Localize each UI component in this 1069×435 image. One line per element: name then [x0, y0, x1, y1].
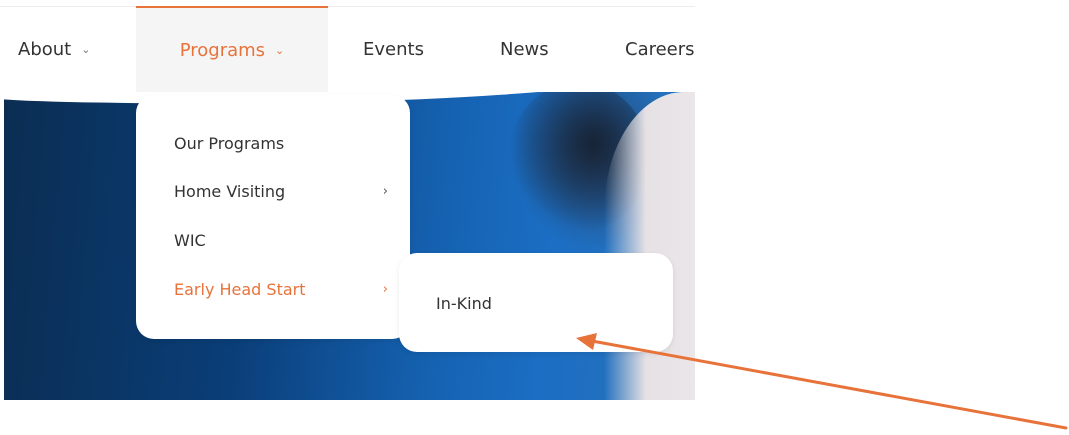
menu-item-label: WIC	[174, 230, 206, 250]
menu-item-our-programs[interactable]: Our Programs	[174, 131, 388, 155]
menu-item-early-head-start[interactable]: Early Head Start ›	[174, 277, 388, 301]
nav-item-label: Careers	[625, 38, 695, 60]
menu-item-wic[interactable]: WIC	[174, 228, 388, 252]
nav-item-label: About	[18, 38, 72, 60]
menu-item-label: Early Head Start	[174, 279, 306, 299]
nav-item-events[interactable]: Events	[363, 6, 424, 92]
nav-item-label: Events	[363, 38, 424, 60]
menu-item-label: Home Visiting	[174, 181, 286, 201]
menu-item-label: Our Programs	[174, 133, 285, 153]
nav-item-about[interactable]: About ⌄	[18, 6, 90, 92]
nav-item-careers[interactable]: Careers	[625, 6, 695, 92]
main-navigation: About ⌄ Programs ⌄ Events News Careers	[0, 6, 695, 92]
menu-item-home-visiting[interactable]: Home Visiting ›	[174, 179, 388, 203]
chevron-right-icon: ›	[382, 183, 388, 199]
early-head-start-submenu: In-Kind	[399, 253, 673, 352]
nav-item-label: Programs	[179, 39, 266, 61]
nav-item-news[interactable]: News	[500, 6, 549, 92]
nav-item-programs[interactable]: Programs ⌄	[136, 6, 328, 92]
submenu-item-label: In-Kind	[436, 293, 492, 313]
programs-dropdown: Our Programs Home Visiting › WIC Early H…	[136, 95, 410, 339]
nav-clip: About ⌄ Programs ⌄ Events News Careers	[0, 6, 695, 92]
submenu-item-in-kind[interactable]: In-Kind	[436, 291, 492, 315]
chevron-down-icon: ⌄	[81, 42, 91, 56]
nav-item-label: News	[500, 38, 549, 60]
chevron-right-icon: ›	[382, 281, 388, 297]
chevron-down-icon: ⌄	[275, 43, 285, 57]
